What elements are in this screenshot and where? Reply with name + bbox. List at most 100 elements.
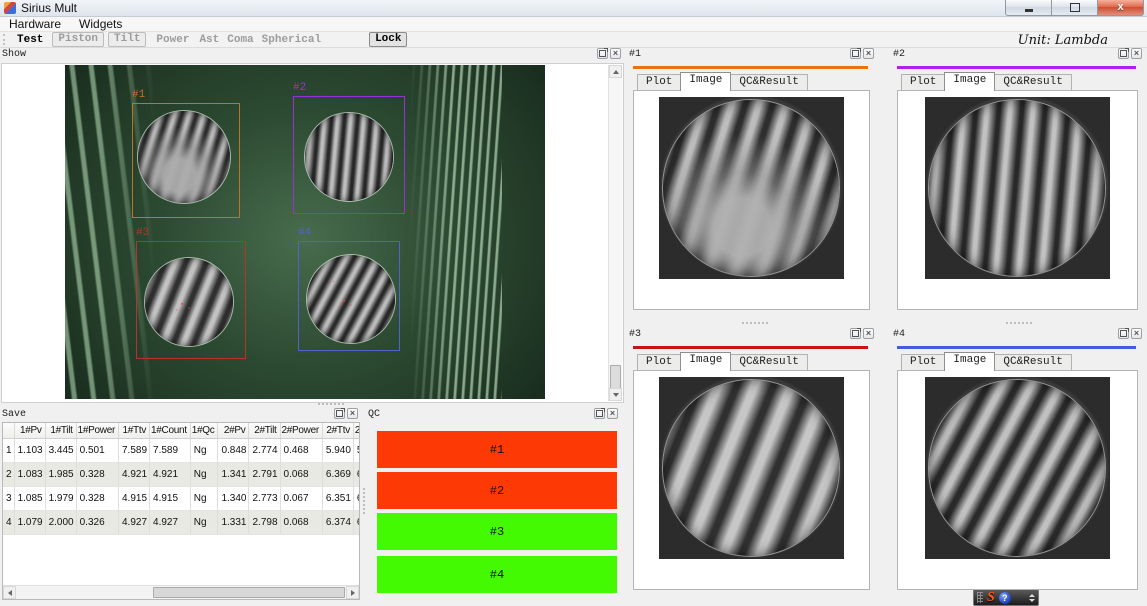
data-cell[interactable]: Ng: [190, 463, 218, 487]
column-header[interactable]: 2#Cou: [353, 423, 360, 439]
data-cell[interactable]: 1.079: [14, 511, 45, 535]
column-header[interactable]: 2#Power: [280, 423, 322, 439]
close-panel-button[interactable]: ×: [347, 408, 358, 419]
data-cell[interactable]: 1.979: [45, 487, 76, 511]
close-panel-button[interactable]: ×: [607, 408, 618, 419]
data-cell[interactable]: 2.791: [249, 463, 280, 487]
close-panel-button[interactable]: ×: [863, 328, 874, 339]
drag-grip-icon[interactable]: [977, 592, 983, 603]
data-cell[interactable]: 0.468: [280, 439, 322, 463]
splitter-handle[interactable]: [1006, 322, 1032, 327]
splitter-handle[interactable]: [363, 488, 368, 514]
tab-image[interactable]: Image: [680, 72, 731, 91]
table-row[interactable]: 31.0851.9790.3284.9154.915Ng1.3402.7730.…: [3, 487, 360, 511]
data-cell[interactable]: 4.927: [119, 511, 150, 535]
splitter-handle[interactable]: [318, 403, 344, 408]
data-cell[interactable]: 6.374: [353, 511, 360, 535]
float-button[interactable]: [334, 408, 345, 419]
table-row[interactable]: 41.0792.0000.3264.9274.927Ng1.3312.7980.…: [3, 511, 360, 535]
tab-qc-result[interactable]: QC&Result: [730, 354, 807, 371]
data-cell[interactable]: 1.103: [14, 439, 45, 463]
sirius-logo-icon[interactable]: S: [987, 591, 995, 605]
tab-qc-result[interactable]: QC&Result: [994, 74, 1071, 91]
data-cell[interactable]: 6.351: [322, 487, 353, 511]
row-header-cell[interactable]: 3: [3, 487, 14, 511]
scroll-left-button[interactable]: [3, 586, 16, 599]
data-cell[interactable]: 7.589: [150, 439, 191, 463]
help-icon[interactable]: ?: [999, 592, 1011, 604]
data-cell[interactable]: 1.331: [218, 511, 249, 535]
data-cell[interactable]: 0.068: [280, 511, 322, 535]
tab-image[interactable]: Image: [680, 352, 731, 371]
column-header[interactable]: 1#Ttv: [119, 423, 150, 439]
more-options-button[interactable]: [1029, 594, 1035, 602]
float-button[interactable]: [1118, 48, 1129, 59]
data-cell[interactable]: 4.921: [119, 463, 150, 487]
data-cell[interactable]: 1.985: [45, 463, 76, 487]
data-cell[interactable]: Ng: [190, 439, 218, 463]
close-panel-button[interactable]: ×: [610, 48, 621, 59]
float-button[interactable]: [850, 328, 861, 339]
data-cell[interactable]: 2.798: [249, 511, 280, 535]
data-cell[interactable]: 6.369: [353, 463, 360, 487]
data-cell[interactable]: 5.940: [353, 439, 360, 463]
menu-widgets[interactable]: Widgets: [70, 17, 131, 31]
toolbar-grip[interactable]: [3, 34, 7, 45]
tab-plot[interactable]: Plot: [637, 74, 681, 91]
close-button[interactable]: x: [1097, 0, 1144, 16]
data-cell[interactable]: 6.374: [322, 511, 353, 535]
tab-plot[interactable]: Plot: [901, 354, 945, 371]
data-cell[interactable]: 3.445: [45, 439, 76, 463]
float-button[interactable]: [850, 48, 861, 59]
column-header[interactable]: 1#Qc: [190, 423, 218, 439]
data-cell[interactable]: 0.326: [76, 511, 118, 535]
scroll-up-button[interactable]: [609, 65, 622, 78]
table-horizontal-scrollbar[interactable]: [3, 585, 359, 599]
data-cell[interactable]: 0.848: [218, 439, 249, 463]
data-cell[interactable]: 7.589: [119, 439, 150, 463]
row-header-cell[interactable]: 2: [3, 463, 14, 487]
data-cell[interactable]: 6.369: [322, 463, 353, 487]
menu-hardware[interactable]: Hardware: [0, 17, 70, 31]
tab-qc-result[interactable]: QC&Result: [730, 74, 807, 91]
tab-plot[interactable]: Plot: [637, 354, 681, 371]
column-header[interactable]: 2#Pv: [218, 423, 249, 439]
column-header[interactable]: 1#Power: [76, 423, 118, 439]
minimize-button[interactable]: [1005, 0, 1052, 16]
toolbar-power-button[interactable]: Power: [156, 34, 189, 46]
show-vertical-scrollbar[interactable]: [608, 65, 622, 401]
data-cell[interactable]: 4.921: [150, 463, 191, 487]
scroll-thumb[interactable]: [153, 587, 345, 598]
toolbar-test-button[interactable]: Test: [17, 34, 43, 46]
float-button[interactable]: [597, 48, 608, 59]
data-cell[interactable]: 0.328: [76, 463, 118, 487]
data-cell[interactable]: 4.927: [150, 511, 191, 535]
data-cell[interactable]: 0.501: [76, 439, 118, 463]
tab-image[interactable]: Image: [944, 72, 995, 91]
splitter-handle[interactable]: [742, 322, 768, 327]
table-row[interactable]: 21.0831.9850.3284.9214.921Ng1.3412.7910.…: [3, 463, 360, 487]
column-header[interactable]: 1#Tilt: [45, 423, 76, 439]
table-row[interactable]: 11.1033.4450.5017.5897.589Ng0.8482.7740.…: [3, 439, 360, 463]
column-header[interactable]: 1#Count: [150, 423, 191, 439]
row-header-cell[interactable]: 1: [3, 439, 14, 463]
data-cell[interactable]: 4.915: [119, 487, 150, 511]
float-button[interactable]: [594, 408, 605, 419]
tab-plot[interactable]: Plot: [901, 74, 945, 91]
data-cell[interactable]: Ng: [190, 511, 218, 535]
close-panel-button[interactable]: ×: [863, 48, 874, 59]
toolbar-tilt-button[interactable]: Tilt: [108, 32, 146, 47]
data-cell[interactable]: 1.340: [218, 487, 249, 511]
toolbar-ast-button[interactable]: Ast: [199, 34, 219, 46]
toolbar-coma-button[interactable]: Coma: [227, 34, 253, 46]
data-cell[interactable]: Ng: [190, 487, 218, 511]
data-cell[interactable]: 0.067: [280, 487, 322, 511]
column-header[interactable]: 1#Pv: [14, 423, 45, 439]
toolbar-spherical-button[interactable]: Spherical: [262, 34, 321, 46]
data-cell[interactable]: 0.328: [76, 487, 118, 511]
close-panel-button[interactable]: ×: [1131, 328, 1142, 339]
column-header[interactable]: [3, 423, 14, 439]
column-header[interactable]: 2#Tilt: [249, 423, 280, 439]
data-cell[interactable]: 1.085: [14, 487, 45, 511]
data-cell[interactable]: 2.774: [249, 439, 280, 463]
